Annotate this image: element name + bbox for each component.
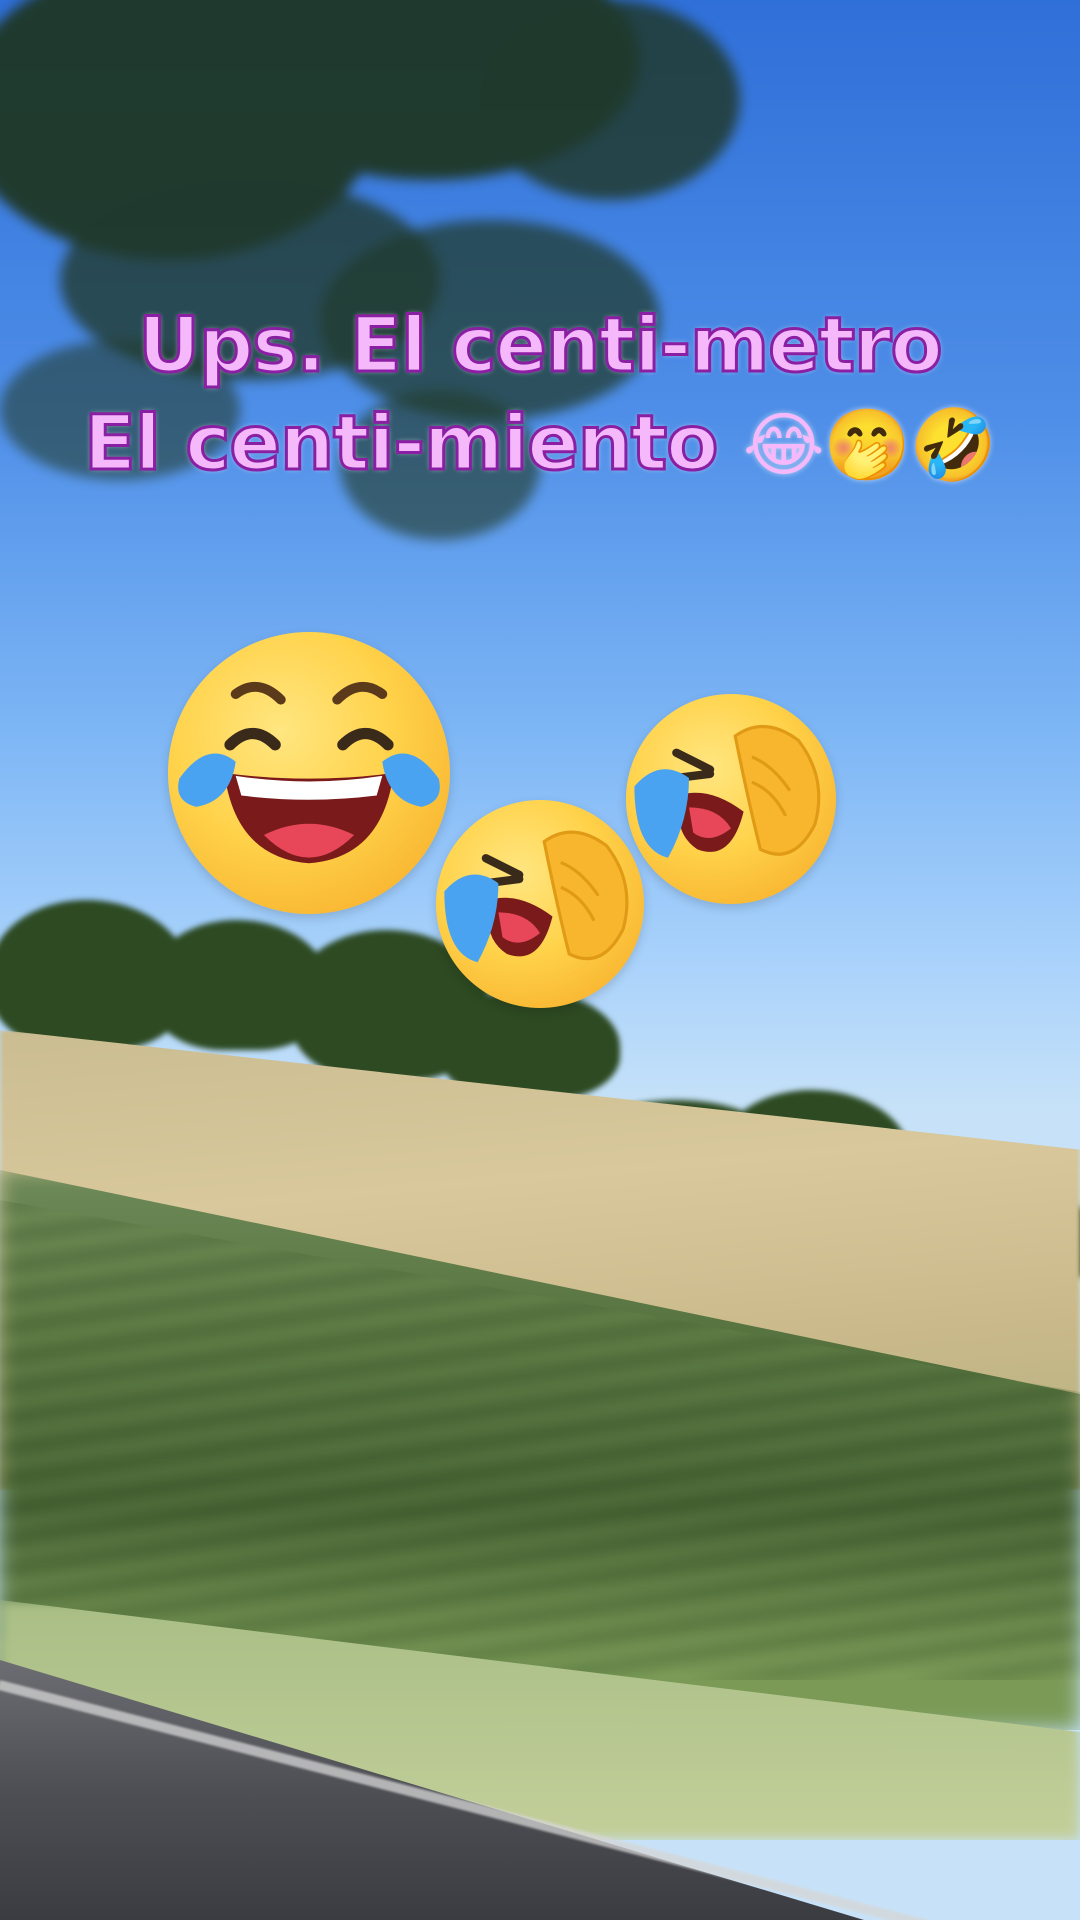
laughing-hand-over-face-icon (436, 800, 644, 1008)
rolling-laughing-icon: 🤣 (909, 404, 997, 486)
tears-of-joy-icon: 😂 (742, 404, 825, 486)
video-frame: Ups. El centi-metro El centi-miento 😂🤭🤣 (0, 0, 1080, 1920)
face-with-tears-of-joy-icon (168, 632, 450, 914)
video-caption: Ups. El centi-metro El centi-miento 😂🤭🤣 (0, 296, 1080, 494)
laughing-hand-over-face-icon (626, 694, 836, 904)
hand-over-mouth-icon: 🤭 (823, 404, 911, 486)
caption-line-2-text: El centi-miento (82, 397, 743, 489)
caption-line-1: Ups. El centi-metro (137, 299, 945, 391)
caption-line-2: El centi-miento 😂🤭🤣 (0, 394, 1080, 494)
